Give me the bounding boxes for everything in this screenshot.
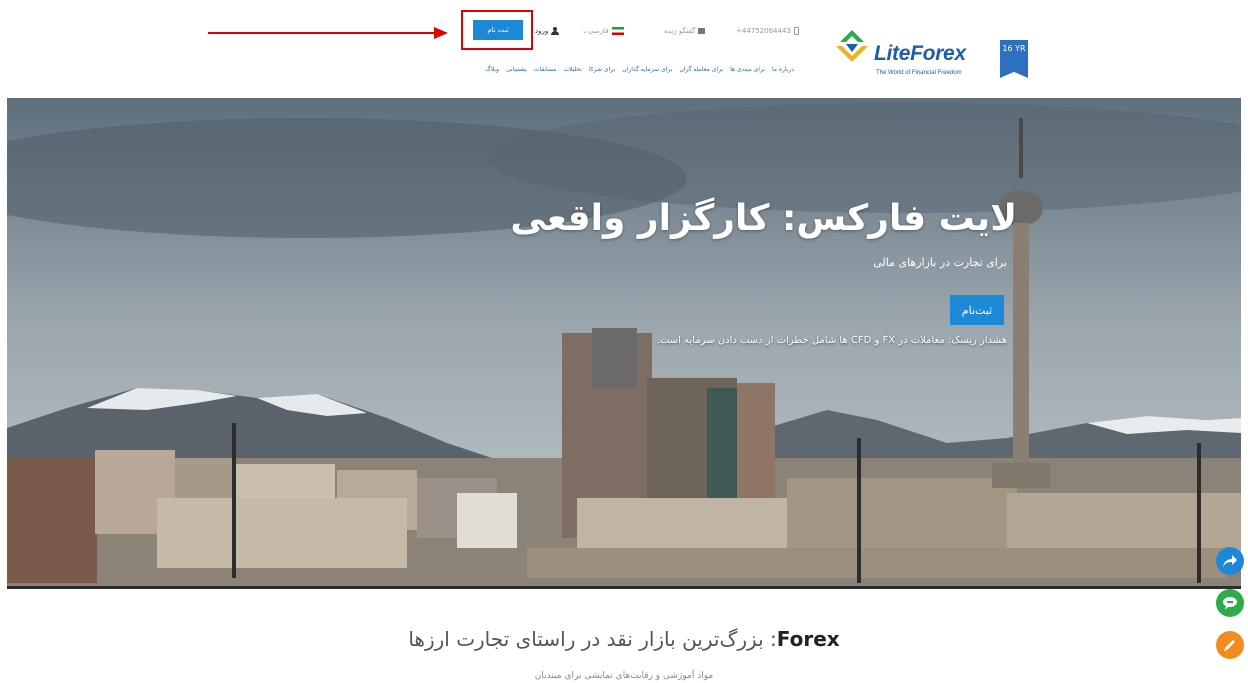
hero-subtitle: برای تجارت در بازارهای مالی (873, 256, 1007, 269)
user-icon (551, 27, 560, 35)
phone-number: +44752064443 (736, 27, 791, 35)
nav-item-support[interactable]: پشتیبانی (506, 66, 527, 80)
site-header: 16 YR LiteForex The World of Financial F… (0, 0, 1248, 98)
liteforex-logo[interactable]: LiteForex The World of Financial Freedom (832, 28, 982, 86)
hero-divider (7, 586, 1241, 589)
phone-icon (793, 27, 799, 35)
hero-title: لایت فارکس: کارگزار واقعی (510, 198, 1017, 239)
logo-mark-icon (836, 30, 868, 62)
login-link[interactable]: ورود (535, 20, 560, 42)
nav-item-traders[interactable]: برای معامله گران (679, 66, 723, 80)
live-chat-label: گفتگو زنده (664, 27, 696, 35)
nav-item-beginners[interactable]: برای مبتدی ها (730, 66, 765, 80)
nav-item-analytics[interactable]: تحلیلات (563, 66, 582, 80)
hero-register-button[interactable]: ثبت‌نام (950, 295, 1004, 325)
nav-item-blog[interactable]: وبلاگ (485, 66, 499, 80)
tehran-skyline-image (7, 98, 1241, 587)
annotation-highlight-box (461, 10, 533, 50)
language-selector[interactable]: ⌄ فارسی (582, 20, 628, 42)
logo-text: LiteForex (874, 42, 966, 65)
language-label: فارسی (587, 27, 609, 35)
nav-item-investors[interactable]: برای سرمایه گذاران (622, 66, 672, 80)
live-chat-link[interactable]: گفتگو زنده (664, 20, 708, 42)
page: 16 YR LiteForex The World of Financial F… (0, 0, 1248, 683)
nav-item-contests[interactable]: مسابقات (534, 66, 557, 80)
risk-warning: هشدار ریسک: معاملات در FX و CFD ها شامل … (656, 335, 1007, 346)
iran-flag-icon (612, 27, 625, 35)
anniversary-badge: 16 YR (1000, 40, 1028, 78)
chat-button[interactable] (1216, 589, 1244, 617)
phone-contact[interactable]: +44752064443 (736, 20, 802, 42)
hero-banner: لایت فارکس: کارگزار واقعی برای تجارت در … (7, 98, 1241, 587)
logo-tagline: The World of Financial Freedom (876, 70, 962, 76)
chat-icon (698, 28, 706, 34)
share-icon (1223, 555, 1237, 567)
chat-bubble-icon (1223, 597, 1237, 610)
forex-title-rest: : بزرگ‌ترین بازار نقد در راستای تجارت ار… (408, 627, 777, 651)
forex-section-title: Forex: بزرگ‌ترین بازار نقد در راستای تجا… (0, 627, 1248, 651)
nav-item-about[interactable]: درباره ما (772, 66, 794, 80)
login-label: ورود (535, 27, 549, 35)
forex-section-subtitle: مواد آموزشی و رقابت‌های نمایشی برای مبتد… (534, 671, 714, 681)
nav-item-partners[interactable]: برای شرکا (589, 66, 615, 80)
share-button[interactable] (1216, 547, 1244, 575)
forex-title-bold: Forex (776, 627, 840, 651)
annotation-arrow-icon (208, 27, 448, 39)
main-nav: درباره ما برای مبتدی ها برای معامله گران… (434, 66, 794, 80)
